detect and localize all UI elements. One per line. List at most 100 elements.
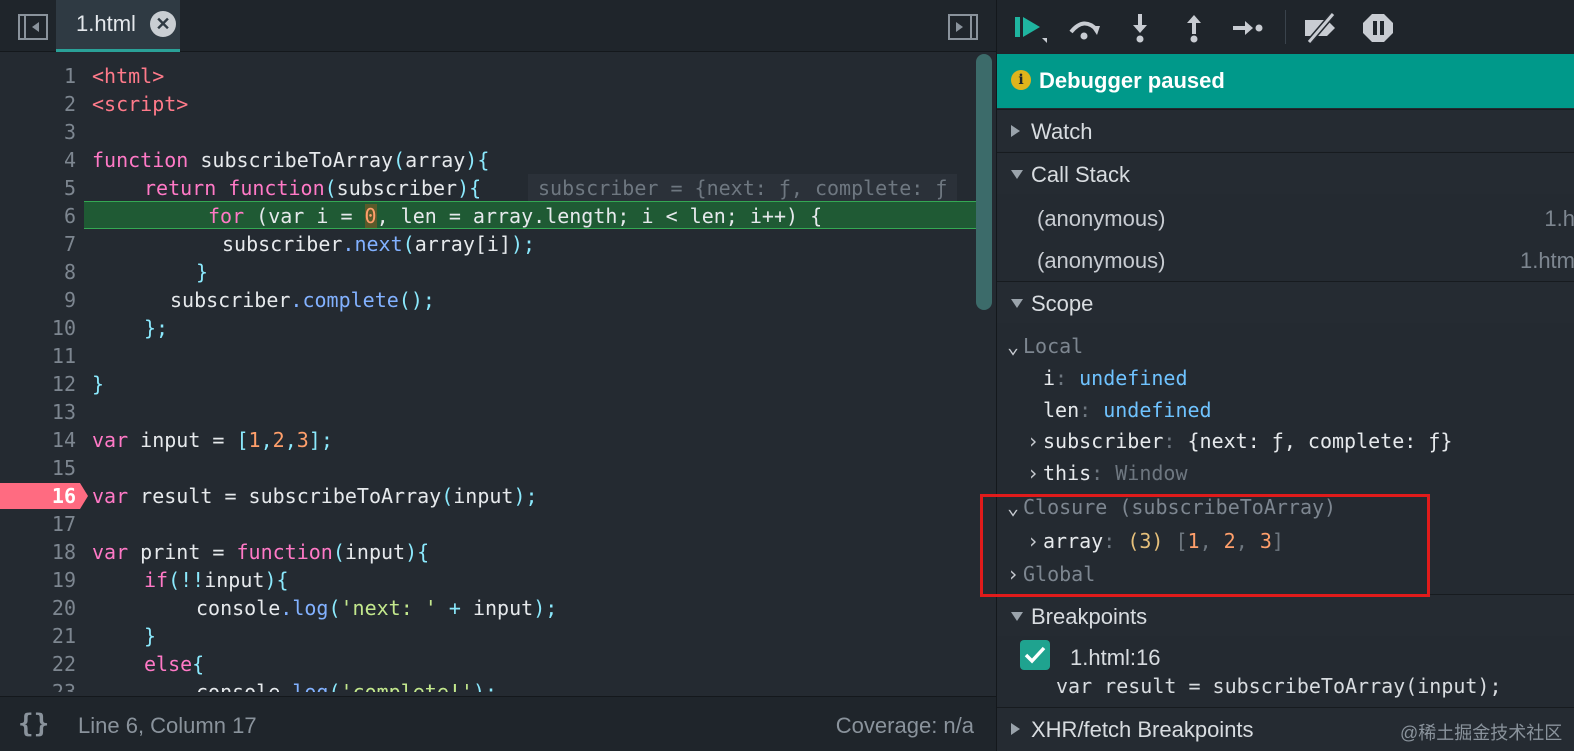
deactivate-breakpoints-button[interactable] bbox=[1303, 12, 1337, 44]
pretty-print-button[interactable]: {} bbox=[18, 709, 49, 739]
line-number[interactable]: 5 bbox=[0, 174, 76, 202]
caret-down-icon bbox=[1011, 170, 1023, 179]
code-line: 15 bbox=[0, 454, 976, 482]
caret-down-icon bbox=[1011, 299, 1023, 308]
panel-right-icon bbox=[948, 14, 978, 40]
section-title: Call Stack bbox=[1031, 162, 1131, 187]
source-editor-pane: 1.html ✕ 1 <html> 2 <script> 3 4 function s… bbox=[0, 0, 996, 751]
line-number[interactable]: 16 bbox=[0, 482, 76, 510]
line-number[interactable]: 20 bbox=[0, 594, 76, 622]
breakpoint-location[interactable]: 1.html:16 bbox=[1070, 645, 1161, 671]
resume-button[interactable] bbox=[1013, 12, 1047, 44]
call-stack-frame[interactable]: (anonymous) 1.htm bbox=[997, 239, 1574, 281]
code-line: 9 subscriber.complete(); bbox=[0, 286, 976, 314]
caret-right-icon bbox=[1011, 125, 1020, 137]
pause-on-exceptions-button[interactable] bbox=[1361, 12, 1395, 44]
chevron-down-icon: ⌄ bbox=[1007, 334, 1020, 358]
code-line: 14 var input = [1,2,3]; bbox=[0, 426, 976, 454]
scope-variable[interactable]: › this: Window bbox=[1027, 459, 1188, 487]
current-line-code: for (var i = 0, len = array.length; i < … bbox=[208, 204, 823, 228]
code-line: 3 bbox=[0, 118, 976, 146]
current-execution-line: 6 for (var i = 0, len = array.length; i <… bbox=[64, 201, 976, 229]
code-line: 12} bbox=[0, 370, 976, 398]
breakpoint-checkbox[interactable] bbox=[1020, 640, 1050, 670]
line-number[interactable]: 22 bbox=[0, 650, 76, 678]
section-title: Watch bbox=[1031, 119, 1093, 144]
call-stack-section-header[interactable]: Call Stack bbox=[997, 152, 1574, 194]
tab-1-html[interactable]: 1.html ✕ bbox=[56, 0, 180, 52]
scope-variable: i: undefined bbox=[1043, 366, 1188, 390]
code-line: 21} bbox=[0, 622, 976, 650]
code-line: 23 console.log('complete!'); bbox=[0, 678, 976, 692]
line-number[interactable]: 18 bbox=[0, 538, 76, 566]
paused-message: Debugger paused bbox=[1039, 68, 1225, 93]
caret-down-icon bbox=[1011, 612, 1023, 621]
editor-status-bar: {} Line 6, Column 17 Coverage: n/a bbox=[0, 696, 996, 751]
toggle-navigator-icon[interactable] bbox=[18, 14, 48, 40]
frame-location: 1.h bbox=[1544, 206, 1574, 231]
line-number[interactable]: 15 bbox=[0, 454, 76, 482]
breakpoints-section-header[interactable]: Breakpoints bbox=[997, 594, 1574, 636]
line-number[interactable]: 13 bbox=[0, 398, 76, 426]
debugger-pane: i Debugger paused Watch Call Stack (anon… bbox=[996, 0, 1574, 751]
line-number[interactable]: 11 bbox=[0, 342, 76, 370]
scope-variable: len: undefined bbox=[1043, 398, 1212, 422]
frame-name: (anonymous) bbox=[1037, 206, 1166, 231]
toggle-debugger-icon[interactable] bbox=[948, 14, 978, 40]
line-number[interactable]: 2 bbox=[0, 90, 76, 118]
line-number[interactable]: 8 bbox=[0, 258, 76, 286]
line-number[interactable]: 9 bbox=[0, 286, 76, 314]
step-icon bbox=[1233, 21, 1263, 35]
breakpoint-line: 16 var result = subscribeToArray(input); bbox=[0, 482, 976, 510]
line-number[interactable]: 7 bbox=[0, 230, 76, 258]
section-title: Breakpoints bbox=[1031, 604, 1148, 629]
coverage-status: Coverage: n/a bbox=[835, 713, 974, 738]
call-stack-frame[interactable]: (anonymous) 1.h bbox=[997, 197, 1574, 239]
line-number[interactable]: 1 bbox=[0, 62, 76, 90]
scope-local-group[interactable]: ⌄ Local bbox=[1007, 332, 1083, 360]
step-into-button[interactable] bbox=[1123, 12, 1157, 44]
line-number[interactable]: 12 bbox=[0, 370, 76, 398]
info-icon: i bbox=[1011, 70, 1031, 90]
panel-left-icon bbox=[18, 14, 48, 40]
code-line: 10}; bbox=[0, 314, 976, 342]
step-over-button[interactable] bbox=[1067, 12, 1101, 44]
step-over-icon bbox=[1069, 21, 1100, 40]
code-line: 2 <script> bbox=[0, 90, 976, 118]
frame-name: (anonymous) bbox=[1037, 248, 1166, 273]
line-number[interactable]: 6 bbox=[0, 202, 76, 230]
code-line: 22 else{ bbox=[0, 650, 976, 678]
editor-tab-bar: 1.html ✕ bbox=[0, 0, 996, 52]
scope-variable[interactable]: › subscriber: {next: ƒ, complete: ƒ} bbox=[1027, 427, 1452, 455]
code-line: 18 var print = function(input){ bbox=[0, 538, 976, 566]
chevron-right-icon: › bbox=[1027, 461, 1040, 485]
code-view[interactable]: 1 <html> 2 <script> 3 4 function subscribeT… bbox=[0, 62, 976, 692]
line-number[interactable]: 14 bbox=[0, 426, 76, 454]
line-number[interactable]: 10 bbox=[0, 314, 76, 342]
debugger-paused-banner: i Debugger paused bbox=[997, 54, 1574, 108]
step-out-icon bbox=[1187, 15, 1201, 43]
line-number[interactable]: 17 bbox=[0, 510, 76, 538]
line-number[interactable]: 23 bbox=[0, 678, 76, 692]
code-line: 7 subscriber.next(array[i]); bbox=[0, 230, 976, 258]
step-into-icon bbox=[1133, 14, 1147, 43]
toolbar-separator bbox=[1285, 10, 1286, 44]
step-button[interactable] bbox=[1231, 12, 1265, 44]
code-line: 13 bbox=[0, 398, 976, 426]
line-number[interactable]: 19 bbox=[0, 566, 76, 594]
code-line: 4 function subscribeToArray(array){ bbox=[0, 146, 976, 174]
pause-on-exceptions-icon bbox=[1363, 14, 1393, 42]
watch-section-header[interactable]: Watch bbox=[997, 109, 1574, 151]
checkmark-icon bbox=[1024, 646, 1046, 664]
line-number[interactable]: 4 bbox=[0, 146, 76, 174]
close-icon[interactable]: ✕ bbox=[150, 11, 176, 37]
step-out-button[interactable] bbox=[1177, 12, 1211, 44]
inline-value-preview: subscriber = {next: ƒ, complete: ƒ bbox=[528, 174, 958, 202]
line-number[interactable]: 21 bbox=[0, 622, 76, 650]
scope-section-header[interactable]: Scope bbox=[997, 281, 1574, 323]
caret-right-icon bbox=[1011, 723, 1020, 735]
editor-scrollbar[interactable] bbox=[976, 54, 992, 310]
code-line: 19 if(!!input){ bbox=[0, 566, 976, 594]
code-line: 8} bbox=[0, 258, 976, 286]
line-number[interactable]: 3 bbox=[0, 118, 76, 146]
